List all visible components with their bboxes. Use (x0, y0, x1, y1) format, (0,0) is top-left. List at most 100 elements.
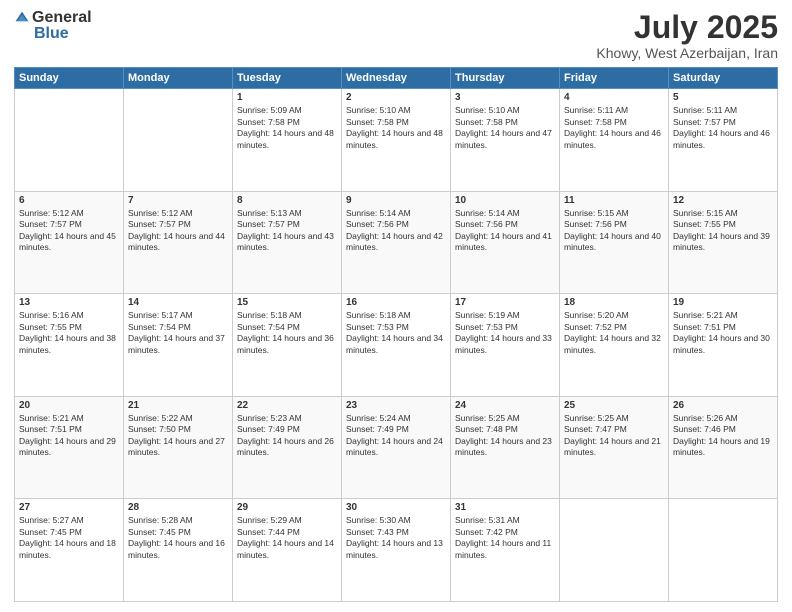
day-number: 3 (455, 92, 555, 103)
daylight-text: Daylight: 14 hours and 45 minutes. (19, 231, 116, 252)
calendar-cell: 1Sunrise: 5:09 AMSunset: 7:58 PMDaylight… (233, 89, 342, 192)
daylight-text: Daylight: 14 hours and 27 minutes. (128, 436, 225, 457)
sunset-text: Sunset: 7:46 PM (673, 424, 736, 434)
daylight-text: Daylight: 14 hours and 32 minutes. (564, 333, 661, 354)
day-number: 27 (19, 502, 119, 513)
daylight-text: Daylight: 14 hours and 48 minutes. (237, 128, 334, 149)
cell-info: Sunrise: 5:30 AMSunset: 7:43 PMDaylight:… (346, 515, 446, 561)
calendar-cell: 18 Sunrise: 5:20 AM Sunset: 7:52 PMDayligh… (560, 294, 669, 397)
calendar-week-5: 27 Sunrise: 5:27 AMSunset: 7:45 PMDayligh… (15, 499, 778, 602)
daylight-text: Daylight: 14 hours and 46 minutes. (673, 128, 770, 149)
sunrise-text: Sunrise: 5:22 AM (128, 413, 193, 423)
day-number: 4 (564, 92, 664, 103)
cell-info: Sunrise: 5:15 AMSunset: 7:56 PMDaylight:… (564, 208, 664, 254)
calendar-cell: 12 Sunrise: 5:15 AMSunset: 7:55 PMDayligh… (669, 191, 778, 294)
daylight-text: Daylight: 14 hours and 19 minutes. (673, 436, 770, 457)
cell-info: Sunrise: 5:14 AMSunset: 7:56 PMDaylight:… (455, 208, 555, 254)
logo-icon (14, 10, 30, 26)
daylight-text: Daylight: 14 hours and 41 minutes. (455, 231, 552, 252)
day-number: 15 (237, 297, 337, 308)
daylight-text: Daylight: 14 hours and 18 minutes. (19, 538, 116, 559)
calendar-cell: 8Sunrise: 5:13 AMSunset: 7:57 PMDaylight… (233, 191, 342, 294)
daylight-text: Daylight: 14 hours and 24 minutes. (346, 436, 443, 457)
day-number: 11 (564, 195, 664, 206)
sunrise-text: Sunrise: 5:20 AM (564, 310, 629, 320)
col-monday: Monday (124, 68, 233, 89)
sunrise-text: Sunrise: 5:21 AM (19, 413, 84, 423)
day-number: 26 (673, 400, 773, 411)
calendar-cell: 11 Sunrise: 5:15 AMSunset: 7:56 PMDayligh… (560, 191, 669, 294)
daylight-text: Daylight: 14 hours and 21 minutes. (564, 436, 661, 457)
sunset-text: Sunset: 7:54 PM (128, 322, 191, 332)
day-number: 6 (19, 195, 119, 206)
daylight-text: Daylight: 14 hours and 36 minutes. (237, 333, 334, 354)
sunrise-text: Sunrise: 5:27 AM (19, 515, 84, 525)
daylight-text: Daylight: 14 hours and 47 minutes. (455, 128, 552, 149)
daylight-text: Daylight: 14 hours and 39 minutes. (673, 231, 770, 252)
sunset-text: Sunset: 7:57 PM (128, 219, 191, 229)
calendar-cell: 10Sunrise: 5:14 AMSunset: 7:56 PMDayligh… (451, 191, 560, 294)
daylight-text: Daylight: 14 hours and 48 minutes. (346, 128, 443, 149)
sunrise-text: Sunrise: 5:23 AM (237, 413, 302, 423)
col-wednesday: Wednesday (342, 68, 451, 89)
cell-info: Sunrise: 5:10 AMSunset: 7:58 PMDaylight:… (455, 105, 555, 151)
calendar-cell: 7Sunrise: 5:12 AMSunset: 7:57 PMDaylight… (124, 191, 233, 294)
sunrise-text: Sunrise: 5:26 AM (673, 413, 738, 423)
calendar-cell: 26 Sunrise: 5:26 AMSunset: 7:46 PM Dayligh… (669, 396, 778, 499)
calendar-cell: 16Sunrise: 5:18 AMSunset: 7:53 PMDayligh… (342, 294, 451, 397)
month-title: July 2025 (596, 10, 778, 45)
sunset-text: Sunset: 7:58 PM (346, 117, 409, 127)
sunset-text: Sunset: 7:57 PM (19, 219, 82, 229)
cell-info: Sunrise: 5:23 AMSunset: 7:49 PMDaylight:… (237, 413, 337, 459)
sunset-text: Sunset: 7:52 PM (564, 322, 627, 332)
calendar-cell: 3 Sunrise: 5:10 AMSunset: 7:58 PMDaylight… (451, 89, 560, 192)
col-saturday: Saturday (669, 68, 778, 89)
day-number: 12 (673, 195, 773, 206)
sunset-text: Sunset: 7:55 PM (19, 322, 82, 332)
daylight-text: Daylight: 14 hours and 33 minutes. (455, 333, 552, 354)
sunset-text: Sunset: 7:58 PM (455, 117, 518, 127)
calendar-cell: 30Sunrise: 5:30 AMSunset: 7:43 PMDayligh… (342, 499, 451, 602)
sunset-text: Sunset: 7:57 PM (673, 117, 736, 127)
day-number: 9 (346, 195, 446, 206)
day-number: 22 (237, 400, 337, 411)
sunrise-text: Sunrise: 5:16 AM (19, 310, 84, 320)
daylight-text: Daylight: 14 hours and 11 minutes. (455, 538, 551, 559)
sunrise-text: Sunrise: 5:18 AM (237, 310, 302, 320)
sunrise-text: Sunrise: 5:12 AM (128, 208, 193, 218)
daylight-text: Daylight: 14 hours and 30 minutes. (673, 333, 770, 354)
sunrise-text: Sunrise: 5:15 AM (673, 208, 738, 218)
daylight-text: Daylight: 14 hours and 34 minutes. (346, 333, 443, 354)
day-number: 2 (346, 92, 446, 103)
cell-info: Sunrise: 5:31 AMSunset: 7:42 PMDaylight:… (455, 515, 555, 561)
cell-info: Sunrise: 5:24 AMSunset: 7:49 PMDaylight:… (346, 413, 446, 459)
cell-info: Sunrise: 5:15 AMSunset: 7:55 PMDaylight:… (673, 208, 773, 254)
calendar: Sunday Monday Tuesday Wednesday Thursday… (14, 67, 778, 602)
day-number: 24 (455, 400, 555, 411)
calendar-cell (560, 499, 669, 602)
sunrise-text: Sunrise: 5:14 AM (455, 208, 520, 218)
cell-info: Sunrise: 5:12 AMSunset: 7:57 PMDaylight:… (19, 208, 119, 254)
daylight-text: Daylight: 14 hours and 37 minutes. (128, 333, 225, 354)
day-number: 20 (19, 400, 119, 411)
calendar-week-4: 20Sunrise: 5:21 AMSunset: 7:51 PMDayligh… (15, 396, 778, 499)
day-number: 21 (128, 400, 228, 411)
sunset-text: Sunset: 7:44 PM (237, 527, 300, 537)
sunrise-text: Sunrise: 5:21 AM (673, 310, 738, 320)
cell-info: Sunrise: 5:11 AM Sunset: 7:57 PMDaylight:… (673, 105, 773, 151)
calendar-cell: 14Sunrise: 5:17 AMSunset: 7:54 PMDayligh… (124, 294, 233, 397)
sunrise-text: Sunrise: 5:24 AM (346, 413, 411, 423)
day-number: 18 (564, 297, 664, 308)
cell-info: Sunrise: 5:17 AMSunset: 7:54 PMDaylight:… (128, 310, 228, 356)
calendar-cell: 2Sunrise: 5:10 AMSunset: 7:58 PMDaylight… (342, 89, 451, 192)
calendar-cell: 24Sunrise: 5:25 AMSunset: 7:48 PMDayligh… (451, 396, 560, 499)
cell-info: Sunrise: 5:27 AMSunset: 7:45 PMDaylight:… (19, 515, 119, 561)
sunrise-text: Sunrise: 5:11 AM (673, 105, 737, 115)
sunset-text: Sunset: 7:54 PM (237, 322, 300, 332)
day-number: 7 (128, 195, 228, 206)
calendar-cell: 19Sunrise: 5:21 AMSunset: 7:51 PMDayligh… (669, 294, 778, 397)
calendar-cell: 21Sunrise: 5:22 AMSunset: 7:50 PMDayligh… (124, 396, 233, 499)
sunrise-text: Sunrise: 5:29 AM (237, 515, 302, 525)
sunset-text: Sunset: 7:53 PM (346, 322, 409, 332)
calendar-cell (15, 89, 124, 192)
